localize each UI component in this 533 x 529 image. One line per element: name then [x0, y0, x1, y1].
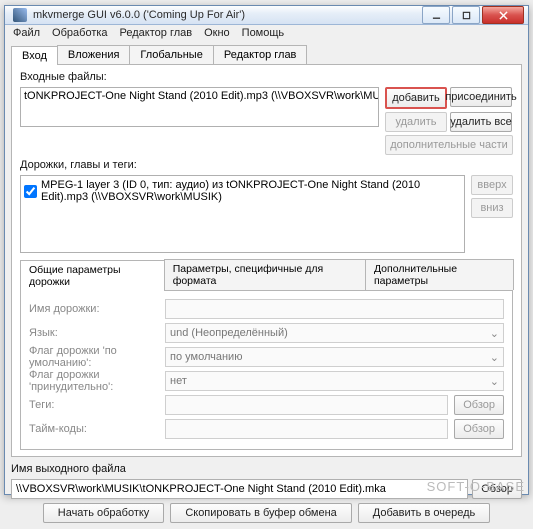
app-icon [13, 8, 27, 22]
add-to-queue-button[interactable]: Добавить в очередь [358, 503, 490, 523]
close-button[interactable] [482, 6, 524, 24]
chevron-down-icon: ⌄ [490, 327, 499, 340]
menu-process[interactable]: Обработка [46, 25, 113, 41]
default-flag-select[interactable]: по умолчанию⌄ [165, 347, 504, 367]
subtab-extra[interactable]: Дополнительные параметры [365, 259, 514, 290]
input-files-list[interactable]: tONKPROJECT-One Night Stand (2010 Edit).… [20, 87, 379, 127]
chevron-down-icon: ⌄ [490, 375, 499, 388]
menu-help[interactable]: Помощь [236, 25, 291, 41]
move-up-button[interactable]: вверх [471, 175, 513, 195]
append-button[interactable]: присоединить [450, 87, 512, 107]
copy-to-clipboard-button[interactable]: Скопировать в буфер обмена [170, 503, 351, 523]
subtab-format[interactable]: Параметры, специфичные для формата [164, 259, 366, 290]
maximize-button[interactable] [452, 6, 480, 24]
main-tabs: Вход Вложения Глобальные Редактор глав [11, 45, 522, 65]
chevron-down-icon: ⌄ [490, 351, 499, 364]
input-files-label: Входные файлы: [20, 71, 513, 83]
output-browse-button[interactable]: Обзор [472, 479, 522, 499]
menubar: Файл Обработка Редактор глав Окно Помощь [5, 25, 528, 41]
menu-chapters[interactable]: Редактор глав [114, 25, 199, 41]
timecodes-label: Тайм-коды: [29, 423, 159, 435]
language-label: Язык: [29, 327, 159, 339]
timecodes-field[interactable] [165, 419, 448, 439]
tab-global[interactable]: Глобальные [129, 45, 213, 64]
additional-parts-button[interactable]: дополнительные части [385, 135, 513, 155]
window-title: mkvmerge GUI v6.0.0 ('Coming Up For Air'… [33, 9, 420, 21]
track-checkbox[interactable] [24, 185, 37, 198]
add-button[interactable]: добавить [385, 87, 447, 109]
start-processing-button[interactable]: Начать обработку [43, 503, 165, 523]
output-label: Имя выходного файла [11, 463, 522, 475]
forced-flag-label: Флаг дорожки 'принудительно': [29, 369, 159, 393]
forced-flag-select[interactable]: нет⌄ [165, 371, 504, 391]
minimize-button[interactable] [422, 6, 450, 24]
menu-file[interactable]: Файл [7, 25, 46, 41]
remove-all-button[interactable]: удалить все [450, 112, 512, 132]
tags-browse-button[interactable]: Обзор [454, 395, 504, 415]
tags-label: Теги: [29, 399, 159, 411]
tab-attachments[interactable]: Вложения [57, 45, 131, 64]
track-name-field[interactable] [165, 299, 504, 319]
timecodes-browse-button[interactable]: Обзор [454, 419, 504, 439]
default-flag-label: Флаг дорожки 'по умолчанию': [29, 345, 159, 369]
track-name-label: Имя дорожки: [29, 303, 159, 315]
language-select[interactable]: und (Неопределённый)⌄ [165, 323, 504, 343]
titlebar[interactable]: mkvmerge GUI v6.0.0 ('Coming Up For Air'… [5, 6, 528, 25]
subtab-general[interactable]: Общие параметры дорожки [20, 260, 165, 291]
menu-window[interactable]: Окно [198, 25, 236, 41]
tracks-list[interactable]: MPEG-1 layer 3 (ID 0, тип: аудио) из tON… [20, 175, 465, 253]
tags-field[interactable] [165, 395, 448, 415]
output-file-field[interactable] [11, 479, 468, 499]
move-down-button[interactable]: вниз [471, 198, 513, 218]
tracks-label: Дорожки, главы и теги: [20, 159, 513, 171]
track-text: MPEG-1 layer 3 (ID 0, тип: аудио) из tON… [41, 179, 461, 203]
track-item[interactable]: MPEG-1 layer 3 (ID 0, тип: аудио) из tON… [24, 179, 461, 203]
tab-input[interactable]: Вход [11, 46, 58, 65]
tab-chapter-editor[interactable]: Редактор глав [213, 45, 308, 64]
remove-button[interactable]: удалить [385, 112, 447, 132]
